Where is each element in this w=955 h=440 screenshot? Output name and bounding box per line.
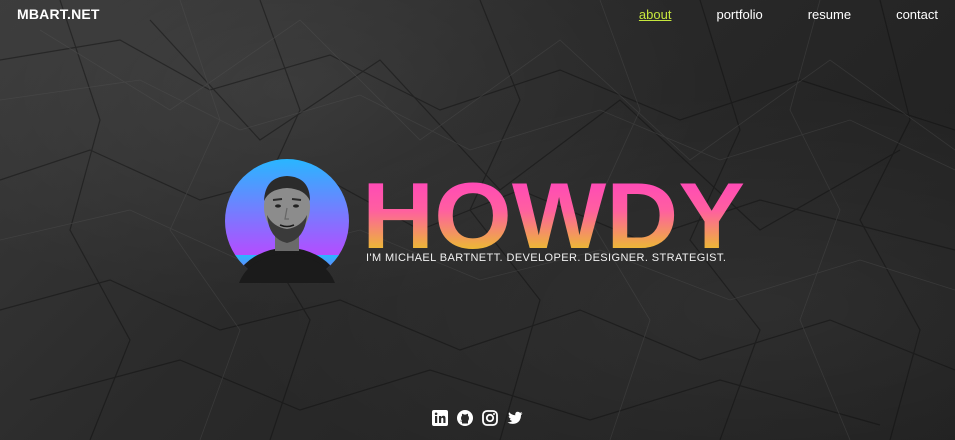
site-logo[interactable]: MBART.NET xyxy=(17,6,100,22)
social-links xyxy=(432,410,523,426)
nav-item-about[interactable]: about xyxy=(639,7,672,22)
page: MBART.NET about portfolio resume contact xyxy=(0,0,955,440)
nav-item-resume[interactable]: resume xyxy=(808,7,851,22)
hero-headline: HOWDY xyxy=(362,166,745,256)
hero-tagline: I'M MICHAEL BARTNETT. DEVELOPER. DESIGNE… xyxy=(366,252,727,264)
linkedin-icon[interactable] xyxy=(432,410,448,426)
headline-text: HOWDY xyxy=(362,166,745,256)
main-nav: about portfolio resume contact xyxy=(639,7,938,22)
twitter-icon[interactable] xyxy=(507,410,523,426)
instagram-icon[interactable] xyxy=(482,410,498,426)
profile-photo xyxy=(225,159,349,283)
nav-item-portfolio[interactable]: portfolio xyxy=(716,7,762,22)
nav-item-contact[interactable]: contact xyxy=(896,7,938,22)
github-icon[interactable] xyxy=(457,410,473,426)
